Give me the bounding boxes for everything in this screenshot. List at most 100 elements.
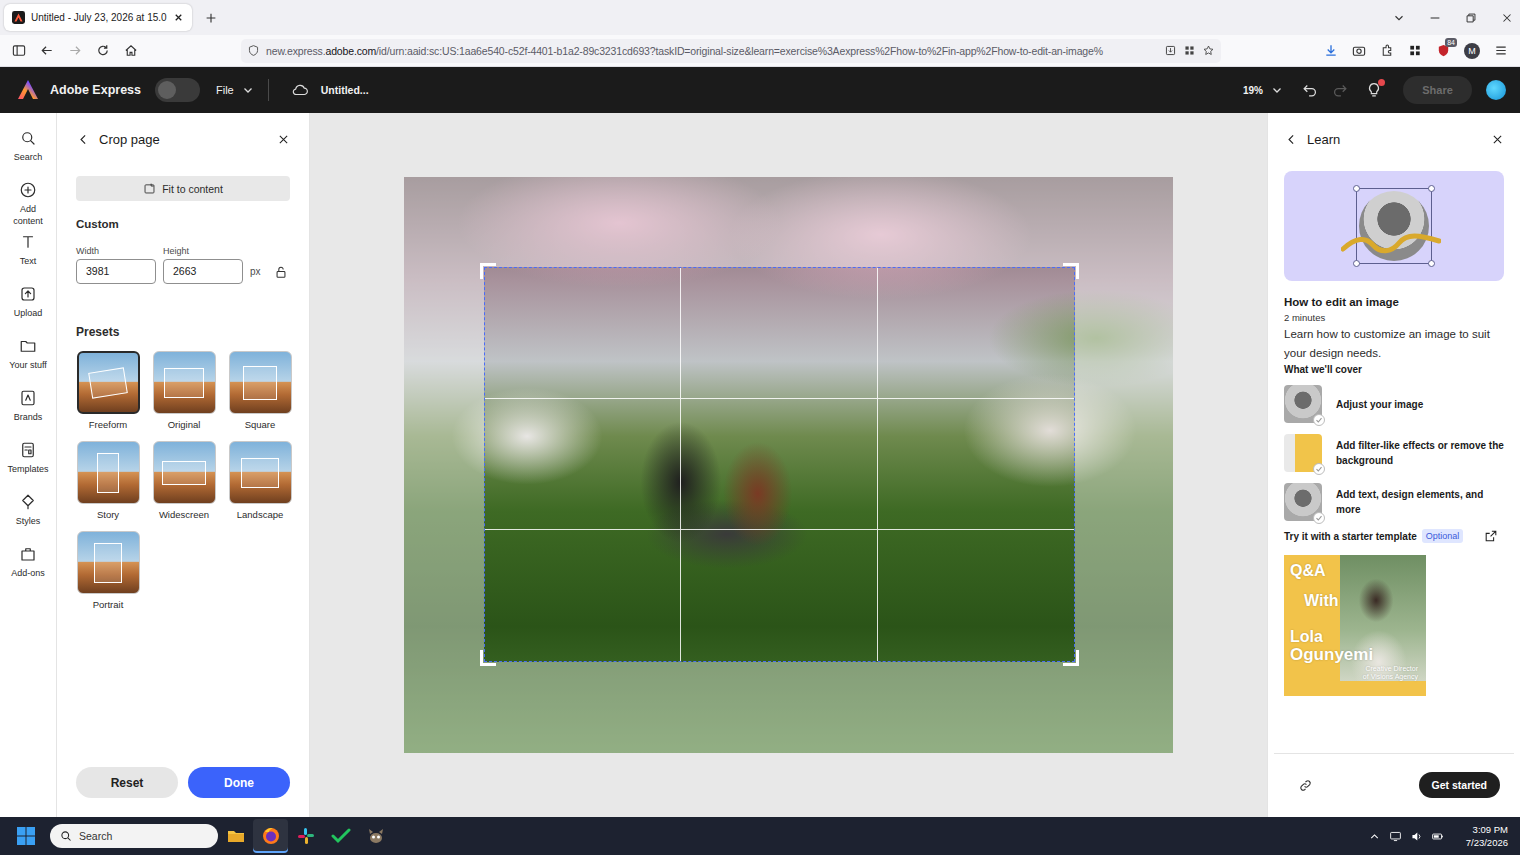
done-button[interactable]: Done [188,767,290,798]
profile-avatar[interactable]: M [1464,43,1480,59]
crop-handle[interactable] [1063,650,1079,666]
rail-item[interactable]: Brands [0,389,56,441]
preset-option[interactable]: Widescreen [152,441,216,520]
taskbar-app[interactable] [218,819,253,853]
tray-chevron-icon[interactable] [1368,830,1381,843]
back-chevron-icon[interactable] [77,133,90,146]
rail-item-icon [19,337,37,355]
fit-to-content-button[interactable]: Fit to content [76,176,290,201]
height-input[interactable]: 2663 [163,259,243,284]
crop-grid-cell [485,399,681,530]
rail-item[interactable]: Add content [0,181,56,233]
forward-icon[interactable] [61,43,89,58]
preset-option[interactable]: Square [228,351,292,430]
menu-icon[interactable] [1487,43,1515,58]
zoom-level[interactable]: 19% [1243,85,1263,96]
copy-link-icon[interactable] [1298,778,1313,793]
preset-option[interactable]: Portrait [76,531,140,610]
reload-icon[interactable] [89,43,117,58]
crop-handle[interactable] [480,263,496,279]
user-avatar[interactable] [1486,80,1506,100]
taskbar-app[interactable] [253,819,288,853]
downloads-icon[interactable] [1317,43,1345,58]
close-panel-icon[interactable] [1491,133,1504,146]
preset-option[interactable]: Story [76,441,140,520]
width-input[interactable]: 3981 [76,259,156,284]
adobe-express-logo-icon[interactable] [16,78,40,102]
get-started-button[interactable]: Get started [1419,772,1500,798]
reader-view-icon[interactable] [1164,44,1177,57]
extensions-icon[interactable] [1373,43,1401,58]
rail-item-label: Templates [7,463,48,475]
checkmark-icon [1314,513,1324,523]
back-chevron-icon[interactable] [1285,133,1298,146]
taskbar-app[interactable] [288,819,323,853]
tab-list-chevron-icon[interactable] [1392,11,1406,25]
reset-button[interactable]: Reset [76,767,178,798]
height-field: Height2663 [163,246,243,284]
taskbar-clock[interactable]: 3:09 PM7/23/2026 [1466,823,1508,849]
close-panel-icon[interactable] [277,133,290,146]
back-icon[interactable] [33,43,61,58]
screenshot-icon[interactable] [1345,43,1373,58]
preset-label: Square [245,419,276,430]
bookmark-star-icon[interactable] [1202,44,1215,57]
taskbar-app[interactable] [358,819,393,853]
file-menu[interactable]: File [216,84,254,96]
blocker-extension[interactable]: 84 [1429,41,1457,61]
panel-title: Crop page [99,132,160,147]
taskbar: Search 3:09 PM7/23/2026 [0,817,1520,855]
battery-icon[interactable] [1431,830,1444,843]
rail-item[interactable]: Text [0,233,56,285]
shield-icon[interactable] [247,44,260,57]
lesson-step[interactable]: Add text, design elements, and more [1284,483,1504,521]
taskbar-app[interactable] [323,819,358,853]
lesson-step[interactable]: Add filter-like effects or remove the ba… [1284,434,1504,472]
rail-item[interactable]: Your stuff [0,337,56,389]
aspect-lock-icon[interactable] [274,265,288,279]
volume-icon[interactable] [1410,830,1423,843]
sidebar-toggle-icon[interactable] [5,43,33,58]
close-tab-icon[interactable] [173,12,184,23]
preset-label: Story [97,509,119,520]
minimize-icon[interactable] [1428,11,1442,25]
close-window-icon[interactable] [1500,11,1514,25]
redo-icon[interactable] [1331,81,1349,99]
starter-template[interactable]: Q&AWithLolaOgunyemiCreative Directorof V… [1284,555,1426,696]
preset-option[interactable]: Landscape [228,441,292,520]
preset-option[interactable]: Freeform [76,351,140,430]
rail-item[interactable]: Styles [0,493,56,545]
rail-item[interactable]: Templates [0,441,56,493]
preset-thumbnail [153,441,216,504]
new-tab-icon[interactable] [204,11,218,25]
tips-button[interactable] [1359,81,1389,99]
taskbar-search[interactable]: Search [50,824,218,848]
share-button[interactable]: Share [1403,76,1472,104]
undo-icon[interactable] [1301,81,1319,99]
browser-tab[interactable]: Untitled - July 23, 2026 at 15.0 [4,4,192,31]
lesson-step[interactable]: Adjust your image [1284,385,1504,423]
crop-selection[interactable] [484,267,1075,662]
crop-handle[interactable] [1063,263,1079,279]
open-external-icon[interactable] [1484,529,1498,543]
windows-start-icon[interactable] [16,826,36,846]
file-explorer-icon [226,826,246,846]
rail-item[interactable]: Upload [0,285,56,337]
rail-item[interactable]: Add-ons [0,545,56,597]
address-bar[interactable]: new.express.adobe.com/id/urn:aaid:sc:US:… [241,39,1221,63]
network-icon[interactable] [1389,830,1402,843]
grid-extension-icon[interactable] [1401,43,1429,58]
rail-item[interactable]: Search [0,129,56,181]
preset-option[interactable]: Original [152,351,216,430]
document-title[interactable]: Untitled... [321,84,369,96]
zoom-chevron-icon[interactable] [1271,84,1283,96]
template-line: Lola [1290,627,1426,646]
restore-icon[interactable] [1464,11,1478,25]
home-icon[interactable] [117,43,145,58]
crop-grid-cell [681,268,877,399]
template-subtitle-line: of Visions Agency [1363,673,1418,681]
apps-grid-icon[interactable] [1183,44,1196,57]
cloud-icon[interactable] [291,81,309,99]
mode-toggle[interactable] [155,78,200,102]
crop-handle[interactable] [480,650,496,666]
